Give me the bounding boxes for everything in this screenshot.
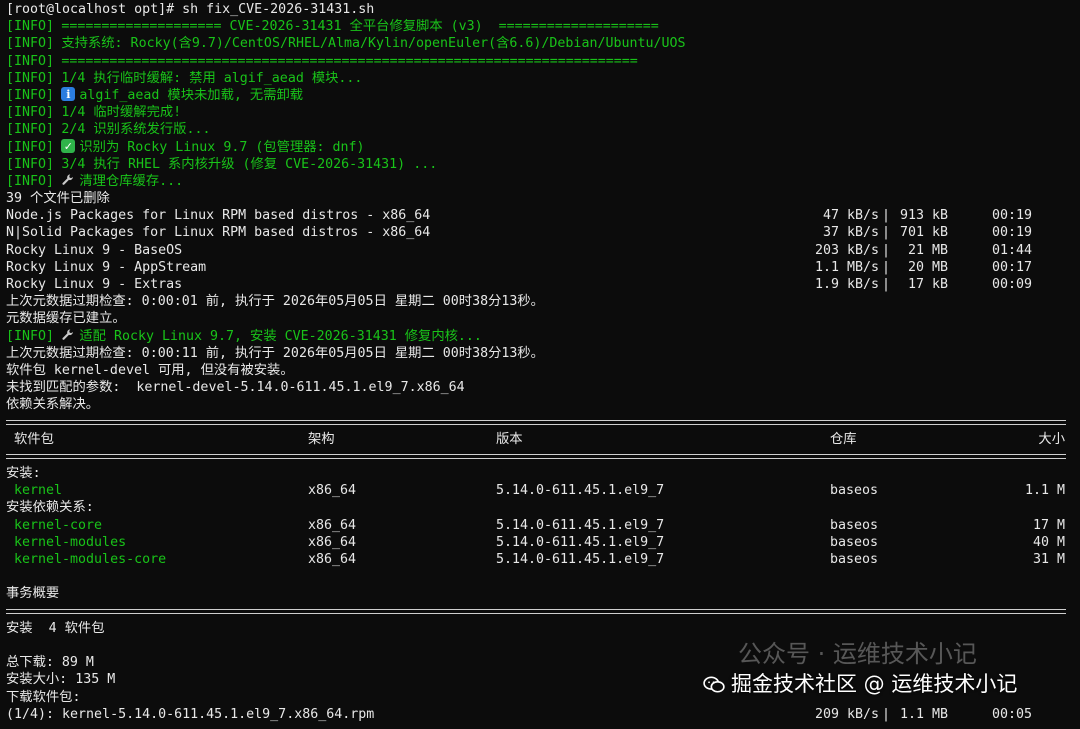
summary-title: 事务概要: [6, 586, 60, 602]
info-line: [INFO]algif_aead 模块未加载, 无需卸载: [6, 86, 1075, 104]
info-line: [INFO] 1/4 执行临时缓解: 禁用 algif_aead 模块...: [6, 70, 363, 86]
package-available-text: 软件包 kernel-devel 可用, 但没有被安装。: [6, 362, 294, 378]
table-row: kernel x86_64 5.14.0-611.45.1.el9_7 base…: [14, 483, 1065, 499]
info-line: [INFO] 清理仓库缓存...: [6, 173, 184, 189]
install-section-label: 安装:: [6, 466, 41, 482]
info-line: [INFO] 适配 Rocky Linux 9.7, 安装 CVE-2026-31…: [6, 328, 482, 344]
info-line: [INFO] 3/4 执行 RHEL 系内核升级 (修复 CVE-2026-314…: [6, 156, 438, 172]
info-line: [INFO]识别为 Rocky Linux 9.7 (包管理器: dnf): [6, 138, 1075, 156]
table-row: kernel-core x86_64 5.14.0-611.45.1.el9_7…: [14, 517, 1065, 533]
table-divider: [6, 414, 1075, 431]
deps-section-label: 安装依赖关系:: [6, 500, 94, 516]
repo-row: Rocky Linux 9 - Extras 1.9 kB/s | 17 kB 00:0…: [6, 277, 1032, 292]
metadata-built-text: 元数据缓存已建立。: [6, 311, 126, 327]
header-package: 软件包: [14, 431, 54, 447]
metadata-check-text: 上次元数据过期检查: 0:00:11 前, 执行于 2026年05月05日 星期…: [6, 345, 544, 361]
table-row: kernel-modules x86_64 5.14.0-611.45.1.el…: [14, 534, 1065, 550]
info-line: [INFO] ==================== CVE-2026-3143…: [6, 19, 659, 35]
total-download-text: 总下载: 89 M: [6, 655, 94, 671]
removed-files-text: 39 个文件已删除: [6, 191, 110, 207]
info-line: [INFO] ==================================…: [6, 53, 638, 69]
header-repo: 仓库: [830, 431, 857, 447]
wrench-icon: [62, 174, 74, 185]
table-divider: [6, 603, 1075, 620]
repo-row: Rocky Linux 9 - BaseOS 203 kB/s | 21 MB 01:4…: [6, 242, 1032, 258]
repo-row: Node.js Packages for Linux RPM based dis…: [6, 208, 1032, 224]
table-row: kernel-modules-core x86_64 5.14.0-611.45…: [14, 552, 1065, 567]
no-match-text: 未找到匹配的参数: kernel-devel-5.14.0-611.45.1.e…: [6, 380, 465, 396]
info-line: [INFO] 支持系统: Rocky(含9.7)/CentOS/RHEL/Alma…: [6, 36, 686, 52]
info-icon: [61, 86, 76, 103]
header-version: 版本: [496, 431, 523, 447]
info-line: [INFO] 2/4 识别系统发行版...: [6, 122, 211, 138]
table-divider: [6, 448, 1075, 465]
header-arch: 架构: [308, 431, 335, 447]
download-progress-row: (1/4): kernel-5.14.0-611.45.1.el9_7.x86_…: [6, 706, 1032, 722]
downloading-text: 下载软件包:: [6, 689, 81, 705]
wrench-icon: [62, 328, 74, 340]
terminal-window[interactable]: [root@localhost opt]# sh fix_CVE-2026-31…: [0, 0, 1080, 729]
repo-row: N|Solid Packages for Linux RPM based dis…: [6, 225, 1032, 241]
info-line: [INFO] 1/4 临时缓解完成!: [6, 105, 182, 121]
table-header-row: 软件包 架构 版本 仓库 大小: [6, 431, 1075, 448]
install-count-text: 安装 4 软件包: [6, 620, 105, 636]
header-size: 大小: [1038, 431, 1065, 447]
check-icon: [61, 138, 76, 155]
repo-row: Rocky Linux 9 - AppStream 1.1 MB/s | 20 MB 0…: [6, 259, 1032, 275]
shell-prompt: [root@localhost opt]# sh fix_CVE-2026-31…: [6, 2, 375, 17]
metadata-check-text: 上次元数据过期检查: 0:00:01 前, 执行于 2026年05月05日 星期…: [6, 294, 544, 310]
installed-size-text: 安装大小: 135 M: [6, 672, 116, 688]
deps-resolved-text: 依赖关系解决。: [6, 397, 100, 413]
